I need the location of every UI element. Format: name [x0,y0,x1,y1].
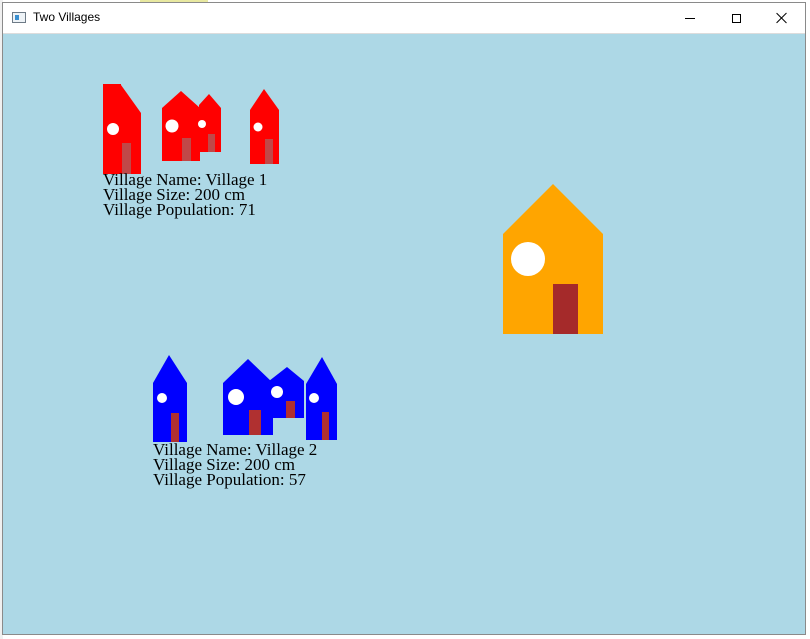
maximize-icon [731,13,741,23]
village-2-houses [153,355,337,442]
app-window-icon[interactable] [12,12,26,23]
house-door [286,401,295,418]
house [162,91,200,161]
village-1-population: Village Population: 71 [103,200,256,219]
house-window [198,120,206,128]
close-icon [776,12,788,24]
house-window [271,386,283,398]
village-1-houses [103,84,279,174]
house-door [171,413,179,442]
house-door [322,412,329,440]
house-door [265,139,273,164]
big-house [503,184,603,334]
house-window [511,242,545,276]
maximize-button[interactable] [713,3,759,33]
house-window [309,393,319,403]
minimize-icon [685,17,695,19]
house-window [228,389,244,405]
house-door [182,138,191,161]
close-button[interactable] [759,3,805,33]
app-window: Two Villages Village Name: Village 1 Vil… [2,2,806,635]
house-window [107,123,119,135]
village-1-info: Village Name: Village 1 Village Size: 20… [103,171,267,219]
village-2-info: Village Name: Village 2 Village Size: 20… [153,441,317,489]
house [250,89,279,164]
house-window [165,119,179,133]
house [223,359,273,435]
window-title: Two Villages [33,10,101,24]
drawing-canvas: Village Name: Village 1 Village Size: 20… [3,34,805,634]
house-window [157,393,167,403]
scene-svg [103,84,603,442]
house-door [553,284,578,334]
village-2-population: Village Population: 57 [153,470,306,489]
house [153,355,187,442]
house-window [253,122,263,132]
minimize-button[interactable] [667,3,713,33]
house [306,357,337,440]
house [198,94,221,152]
title-bar[interactable]: Two Villages [3,3,805,34]
house-door [208,134,215,152]
house [269,367,304,418]
house-door [249,410,261,435]
house [103,84,141,174]
